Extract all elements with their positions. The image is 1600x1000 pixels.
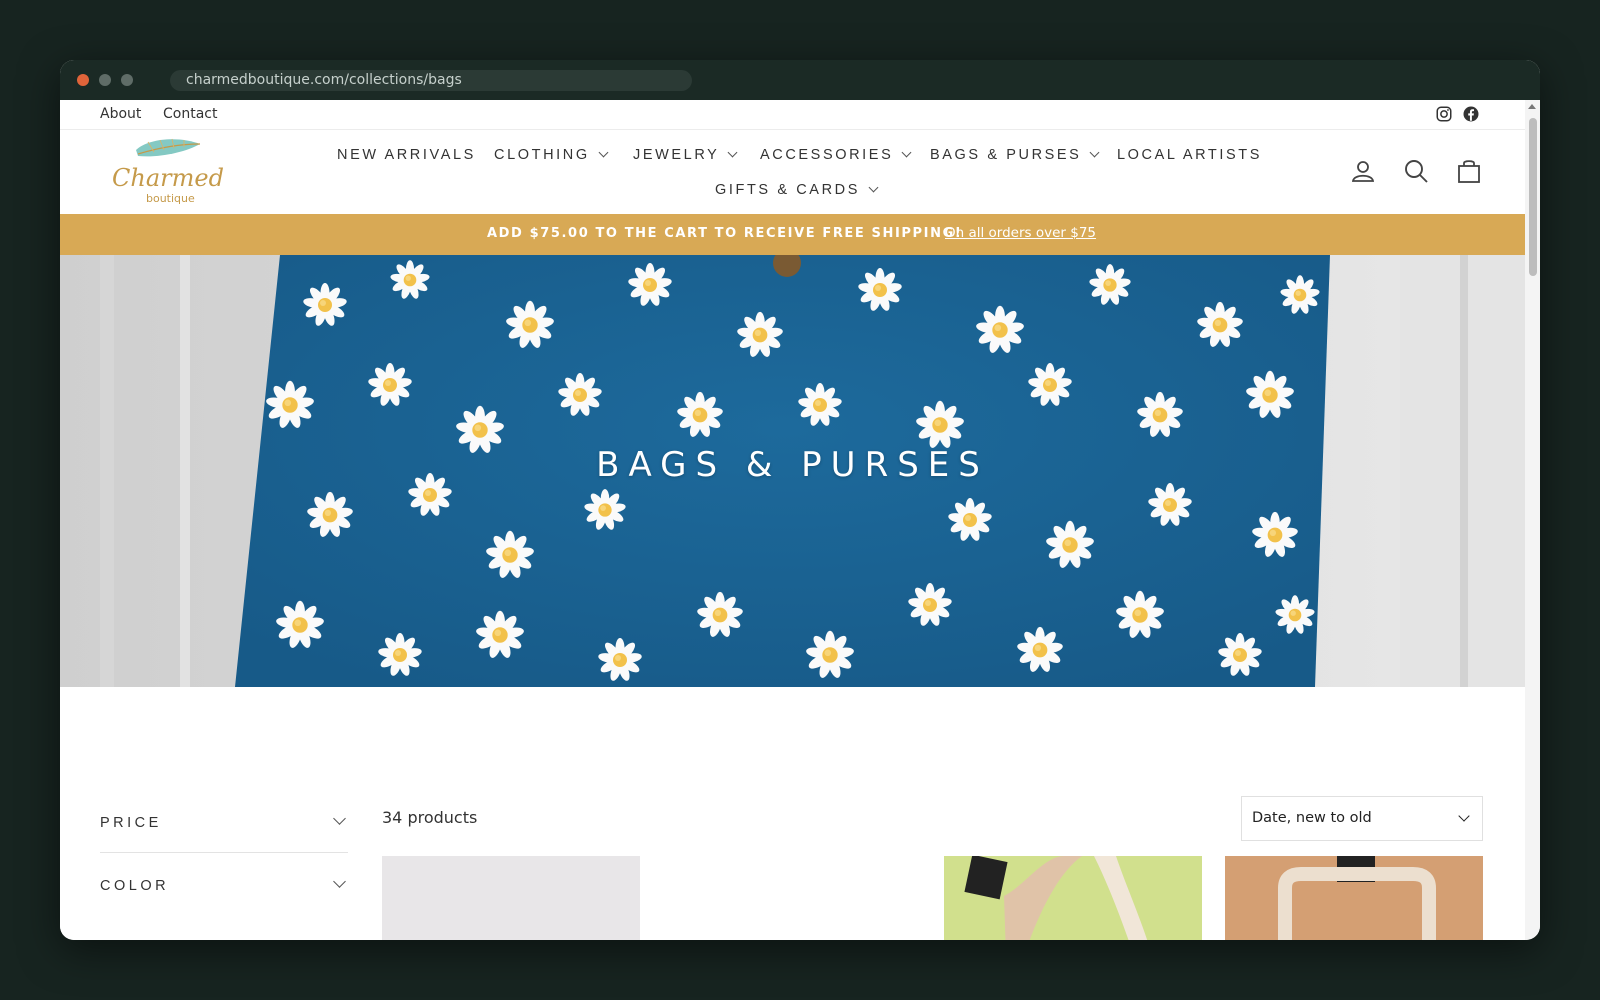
svg-text:Charmed: Charmed — [112, 164, 224, 192]
chevron-down-icon — [1090, 147, 1100, 158]
collection-title: BAGS & PURSES — [596, 445, 989, 485]
nav-accessories-label: ACCESSORIES — [760, 147, 894, 163]
nav-jewelry[interactable]: JEWELRY — [633, 147, 738, 163]
nav-accessories[interactable]: ACCESSORIES — [760, 147, 912, 163]
product-card[interactable] — [1225, 856, 1483, 940]
product-image — [1225, 856, 1483, 940]
svg-text:boutique: boutique — [146, 192, 195, 205]
product-card[interactable] — [944, 856, 1202, 940]
product-image — [663, 856, 921, 940]
close-window-button[interactable] — [77, 74, 89, 86]
minimize-window-button[interactable] — [99, 74, 111, 86]
charmed-boutique-logo[interactable]: Charmed boutique — [108, 136, 230, 208]
sort-select[interactable]: Date, new to old — [1241, 796, 1483, 841]
chevron-down-icon — [333, 875, 346, 888]
utility-bar: About Contact — [60, 100, 1525, 130]
filter-price-label: PRICE — [100, 815, 162, 831]
chevron-down-icon — [598, 147, 609, 158]
nav-jewelry-label: JEWELRY — [633, 147, 720, 163]
chevron-down-icon — [333, 812, 346, 825]
nav-clothing-label: CLOTHING — [494, 147, 590, 163]
about-link[interactable]: About — [100, 106, 141, 122]
search-icon[interactable] — [1403, 158, 1429, 184]
nav-bags-purses-label: BAGS & PURSES — [930, 147, 1082, 163]
browser-titlebar: charmedboutique.com/collections/bags — [60, 60, 1540, 100]
facebook-icon[interactable] — [1462, 105, 1480, 123]
filter-color-label: COLOR — [100, 878, 170, 894]
product-image — [382, 856, 640, 940]
product-card[interactable] — [663, 856, 921, 940]
nav-gifts-cards-label: GIFTS & CARDS — [715, 182, 860, 198]
filter-divider — [100, 852, 348, 853]
scrollbar-thumb[interactable] — [1529, 118, 1537, 276]
nav-new-arrivals[interactable]: NEW ARRIVALS — [337, 147, 476, 163]
product-count: 34 products — [382, 808, 478, 827]
free-shipping-message: ADD $75.00 TO THE CART TO RECEIVE FREE S… — [487, 226, 963, 241]
nav-local-artists[interactable]: LOCAL ARTISTS — [1117, 147, 1262, 163]
nav-clothing[interactable]: CLOTHING — [494, 147, 609, 163]
scroll-up-arrow-icon[interactable] — [1528, 104, 1536, 109]
sort-select-value: Date, new to old — [1252, 810, 1372, 826]
shipping-info-link[interactable]: On all orders over $75 — [945, 225, 1096, 241]
chevron-down-icon — [727, 147, 738, 158]
chevron-down-icon — [1458, 810, 1470, 822]
contact-link[interactable]: Contact — [163, 106, 217, 122]
product-image — [944, 856, 1202, 940]
chevron-down-icon — [868, 182, 879, 193]
account-icon[interactable] — [1350, 158, 1376, 184]
filter-color[interactable]: COLOR — [100, 875, 348, 894]
address-bar[interactable]: charmedboutique.com/collections/bags — [170, 70, 692, 91]
nav-gifts-cards[interactable]: GIFTS & CARDS — [715, 182, 879, 198]
announcement-bar: ADD $75.00 TO THE CART TO RECEIVE FREE S… — [60, 214, 1525, 255]
filter-price[interactable]: PRICE — [100, 812, 348, 831]
cart-icon[interactable] — [1456, 158, 1482, 184]
collection-hero-banner: BAGS & PURSES — [60, 255, 1525, 687]
nav-bags-purses[interactable]: BAGS & PURSES — [930, 147, 1100, 163]
site-header: Charmed boutique NEW ARRIVALS CLOTHING J… — [60, 130, 1525, 214]
chevron-down-icon — [901, 147, 912, 158]
nav-local-artists-label: LOCAL ARTISTS — [1117, 147, 1263, 163]
web-page: About Contact Charmed boutique NEW ARRIV… — [60, 100, 1525, 940]
instagram-icon[interactable] — [1435, 105, 1453, 123]
product-card[interactable] — [382, 856, 640, 940]
browser-window: charmedboutique.com/collections/bags Abo… — [60, 60, 1540, 940]
maximize-window-button[interactable] — [121, 74, 133, 86]
nav-new-arrivals-label: NEW ARRIVALS — [337, 147, 476, 163]
